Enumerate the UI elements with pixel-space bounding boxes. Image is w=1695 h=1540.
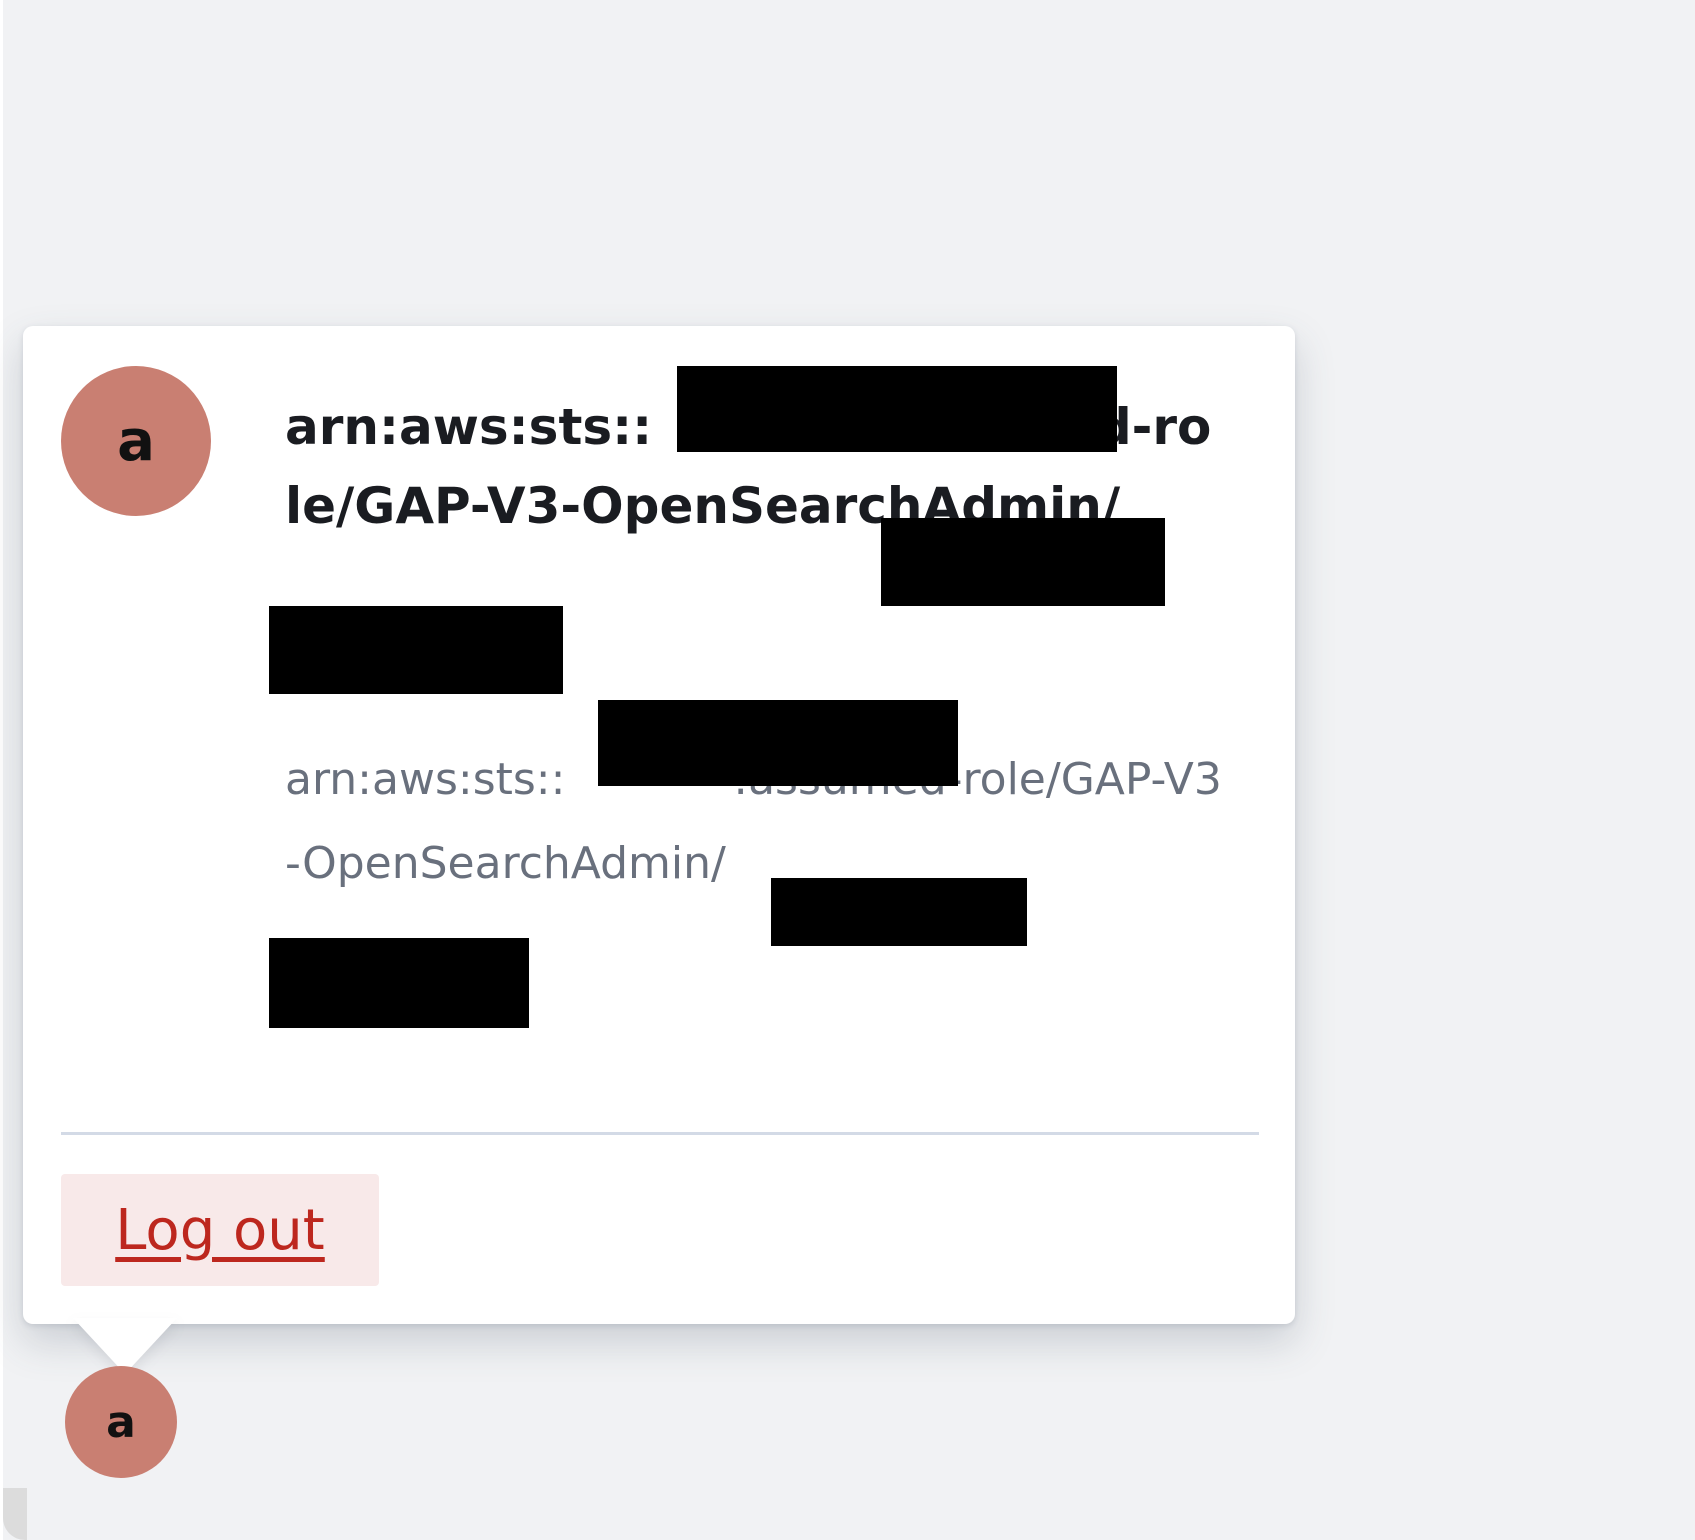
redaction-box bbox=[269, 938, 529, 1028]
redaction-box bbox=[598, 700, 958, 786]
avatar-initial: a bbox=[106, 1396, 136, 1448]
redaction-box bbox=[771, 878, 1027, 946]
header-user-menu-button[interactable]: a bbox=[65, 1366, 177, 1478]
redaction-box bbox=[677, 366, 1117, 452]
redaction-box bbox=[269, 606, 563, 694]
logout-button[interactable]: Log out bbox=[61, 1174, 379, 1286]
user-avatar: a bbox=[61, 366, 211, 516]
window-corner bbox=[3, 1488, 27, 1540]
app-background: a arn:aws:sts:: :assumed-role/GAP-V3-Ope… bbox=[0, 0, 1695, 1540]
user-menu-popover: a arn:aws:sts:: :assumed-role/GAP-V3-Ope… bbox=[23, 326, 1295, 1324]
redaction-box bbox=[881, 518, 1165, 606]
avatar-initial: a bbox=[117, 408, 155, 474]
popover-divider bbox=[61, 1132, 1259, 1135]
logout-label: Log out bbox=[115, 1197, 325, 1263]
